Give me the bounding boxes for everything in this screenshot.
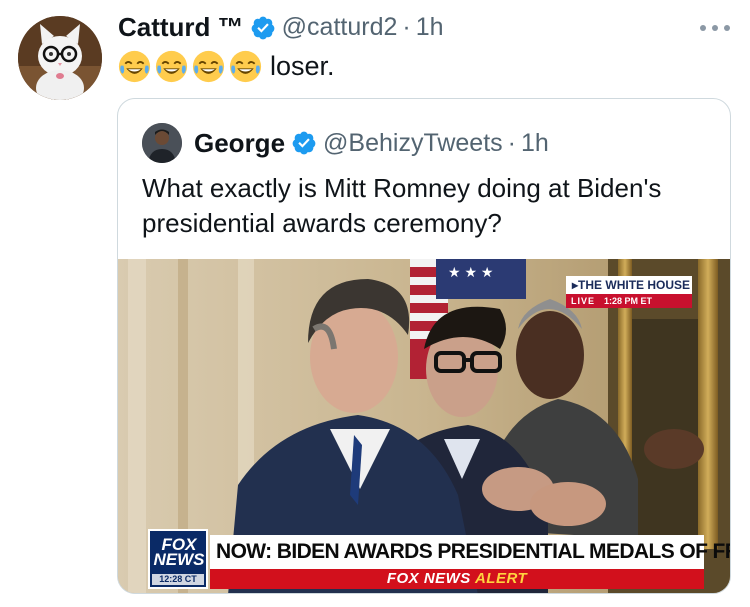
quoted-author-name[interactable]: George	[194, 128, 285, 159]
quoted-author-avatar[interactable]	[142, 123, 182, 163]
more-options-icon[interactable]	[700, 18, 730, 38]
news-lower-third: FOX NEWS 12:28 CT NOW: BIDEN AWARDS PRES…	[148, 529, 730, 593]
live-label: LIVE	[566, 294, 601, 308]
news-headline: NOW: BIDEN AWARDS PRESIDENTIAL MEDALS OF…	[210, 535, 730, 569]
separator-dot: ·	[402, 13, 411, 41]
white-house-live-bug: ▸THE WHITE HOUSE LIVE 1:28 PM ET	[566, 276, 692, 310]
separator-dot: ·	[507, 128, 516, 157]
author-name[interactable]: Catturd ™	[118, 12, 244, 43]
quoted-tweet-text: What exactly is Mitt Romney doing at Bid…	[142, 173, 662, 238]
alert-word: ALERT	[474, 570, 528, 587]
news-alert-bar: FOX NEWS ALERT	[210, 569, 704, 589]
network-logo-text: FOX NEWS	[153, 535, 205, 569]
verified-badge-icon	[251, 16, 275, 39]
quoted-media-image[interactable]: ★ ★ ★ ▸THE WHITE HOUSE LIVE 1:28 PM ET F…	[118, 259, 730, 593]
alert-brand: FOX NEWS	[386, 570, 471, 587]
verified-badge-icon	[292, 131, 316, 155]
person-avatar-icon	[142, 123, 182, 163]
fox-news-logo-icon: FOX NEWS 12:28 CT	[148, 529, 208, 589]
tweet-timestamp[interactable]: 1h	[416, 13, 444, 42]
tears-of-joy-emoji-icon	[229, 50, 262, 83]
tears-of-joy-emoji-icon	[155, 50, 188, 83]
tears-of-joy-emoji-icon	[118, 50, 151, 83]
tweet-text: loser.	[118, 50, 335, 83]
quoted-author-row: George @BehizyTweets · 1h	[142, 123, 549, 163]
quoted-timestamp[interactable]: 1h	[521, 129, 549, 158]
bug-live-row: LIVE 1:28 PM ET	[566, 294, 692, 308]
author-avatar[interactable]	[18, 16, 102, 100]
live-time: 1:28 PM ET	[600, 294, 692, 308]
tears-of-joy-emoji-icon	[192, 50, 225, 83]
quoted-tweet-card[interactable]: George @BehizyTweets · 1h What exactly i…	[117, 98, 731, 594]
emoji-group	[118, 50, 262, 83]
author-handle[interactable]: @catturd2	[282, 13, 398, 42]
quoted-author-handle[interactable]: @BehizyTweets	[323, 129, 503, 158]
cat-avatar-icon	[18, 16, 102, 100]
svg-text:★ ★ ★: ★ ★ ★	[448, 264, 493, 280]
author-row: Catturd ™ @catturd2 · 1h	[118, 12, 444, 43]
tweet-body-text: loser.	[270, 51, 335, 81]
bug-title: ▸THE WHITE HOUSE	[566, 276, 692, 294]
network-clock: 12:28 CT	[152, 574, 204, 585]
